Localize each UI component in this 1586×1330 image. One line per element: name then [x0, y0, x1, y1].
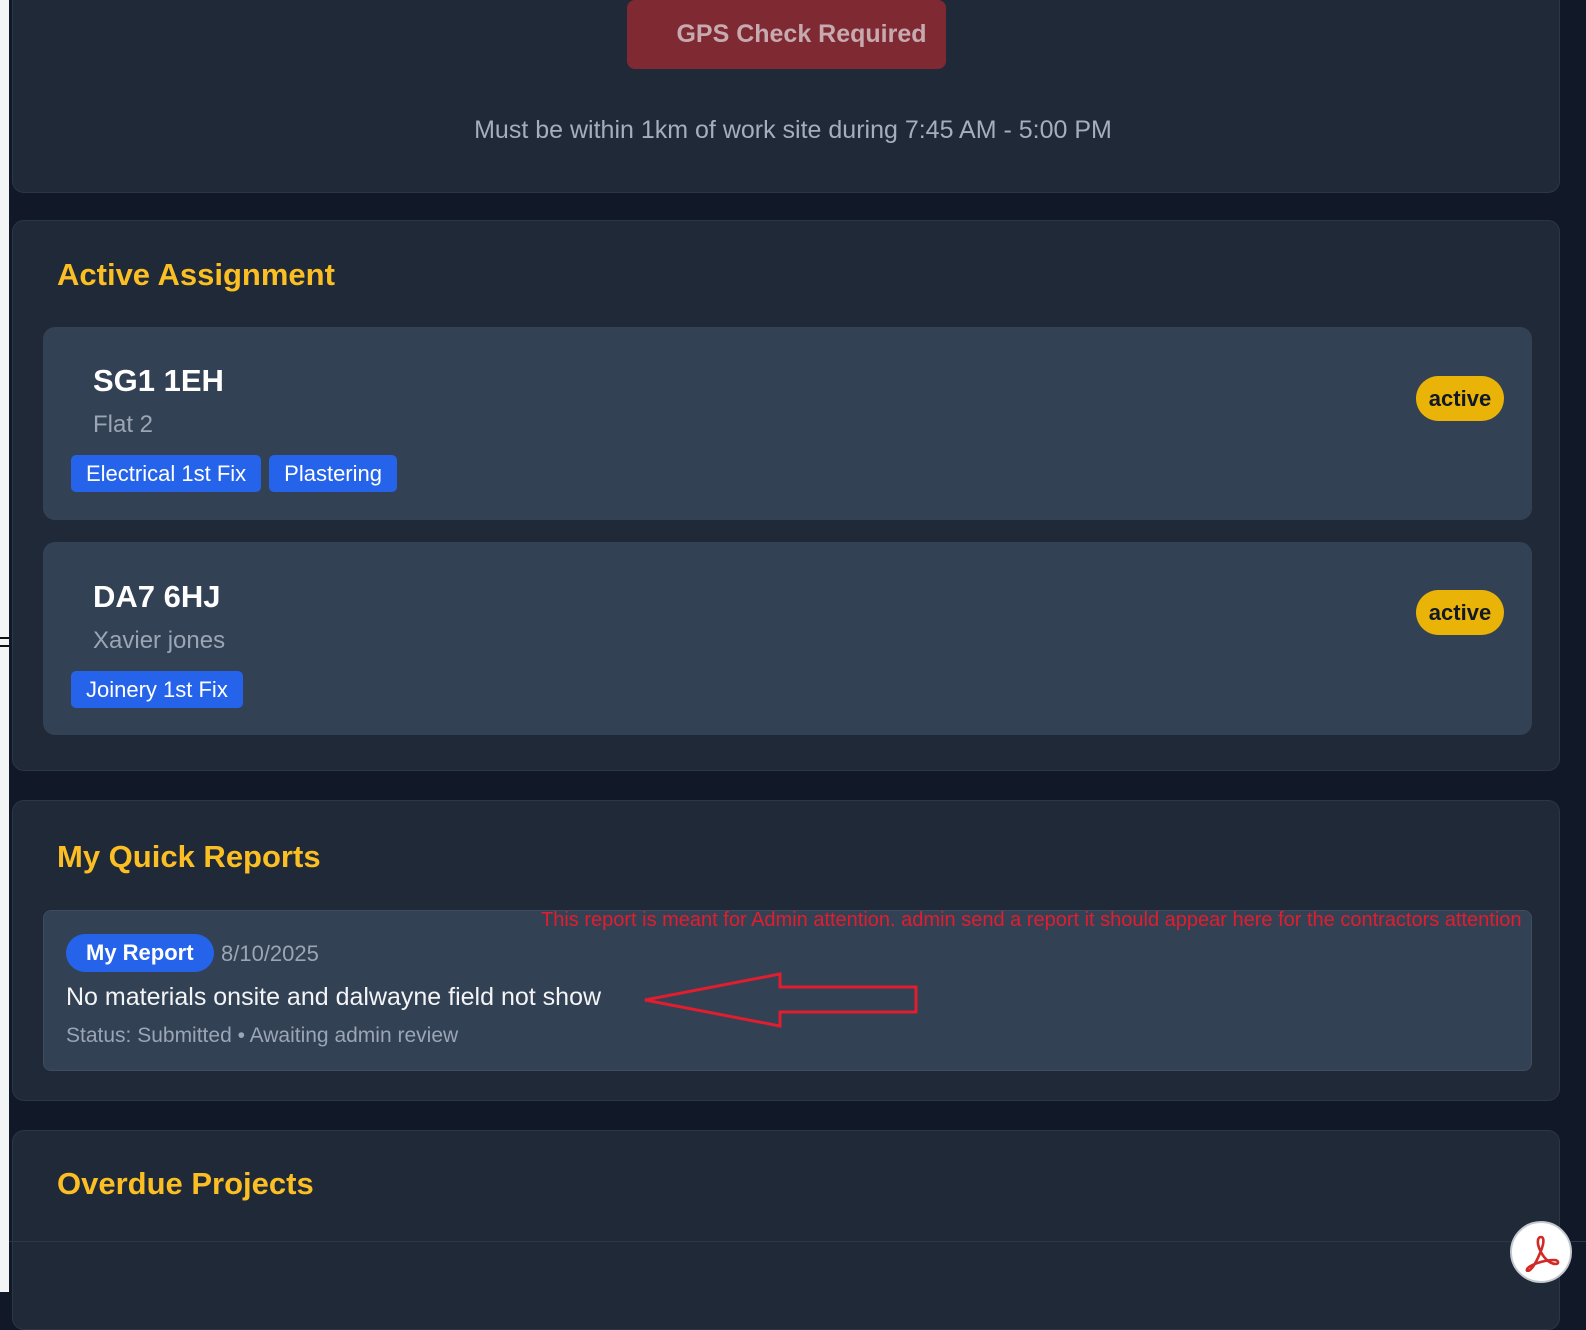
overdue-projects-title: Overdue Projects	[57, 1166, 314, 1201]
assignment-subtitle: Xavier jones	[93, 627, 226, 654]
pdf-export-button[interactable]	[1510, 1221, 1572, 1283]
quick-reports-card: My Quick Reports My Report 8/10/2025 No …	[12, 800, 1560, 1101]
annotation-arrow-icon	[644, 972, 918, 1028]
divider	[9, 1241, 1586, 1242]
resize-handle[interactable]	[0, 637, 9, 647]
assignment-code: DA7 6HJ	[93, 579, 221, 614]
report-status: Status: Submitted • Awaiting admin revie…	[66, 1024, 459, 1047]
report-text: No materials onsite and dalwayne field n…	[66, 983, 602, 1011]
active-assignment-card: Active Assignment SG1 1EH Flat 2 Electri…	[12, 220, 1560, 771]
assignment-tags: Electrical 1st Fix Plastering	[71, 455, 397, 492]
assignment-item[interactable]: DA7 6HJ Xavier jones Joinery 1st Fix act…	[43, 542, 1532, 735]
pdf-icon	[1525, 1235, 1560, 1272]
report-date: 8/10/2025	[221, 941, 319, 966]
trade-tag: Electrical 1st Fix	[71, 455, 262, 492]
overdue-projects-card: Overdue Projects	[12, 1130, 1560, 1330]
status-badge: active	[1416, 376, 1504, 421]
assignment-tags: Joinery 1st Fix	[71, 671, 243, 708]
trade-tag: Joinery 1st Fix	[71, 671, 243, 708]
gps-check-button[interactable]: GPS Check Required	[627, 0, 946, 69]
gps-check-label: GPS Check Required	[676, 20, 927, 48]
assignment-subtitle: Flat 2	[93, 411, 154, 438]
quick-reports-title: My Quick Reports	[57, 839, 321, 874]
report-tag: My Report	[66, 934, 214, 972]
status-badge: active	[1416, 590, 1504, 635]
assignment-code: SG1 1EH	[93, 363, 224, 398]
annotation-note: This report is meant for Admin attention…	[541, 909, 1522, 931]
gps-note: Must be within 1km of work site during 7…	[474, 116, 1112, 144]
active-assignment-title: Active Assignment	[57, 257, 335, 292]
trade-tag: Plastering	[269, 455, 397, 492]
assignment-item[interactable]: SG1 1EH Flat 2 Electrical 1st Fix Plaste…	[43, 327, 1532, 520]
